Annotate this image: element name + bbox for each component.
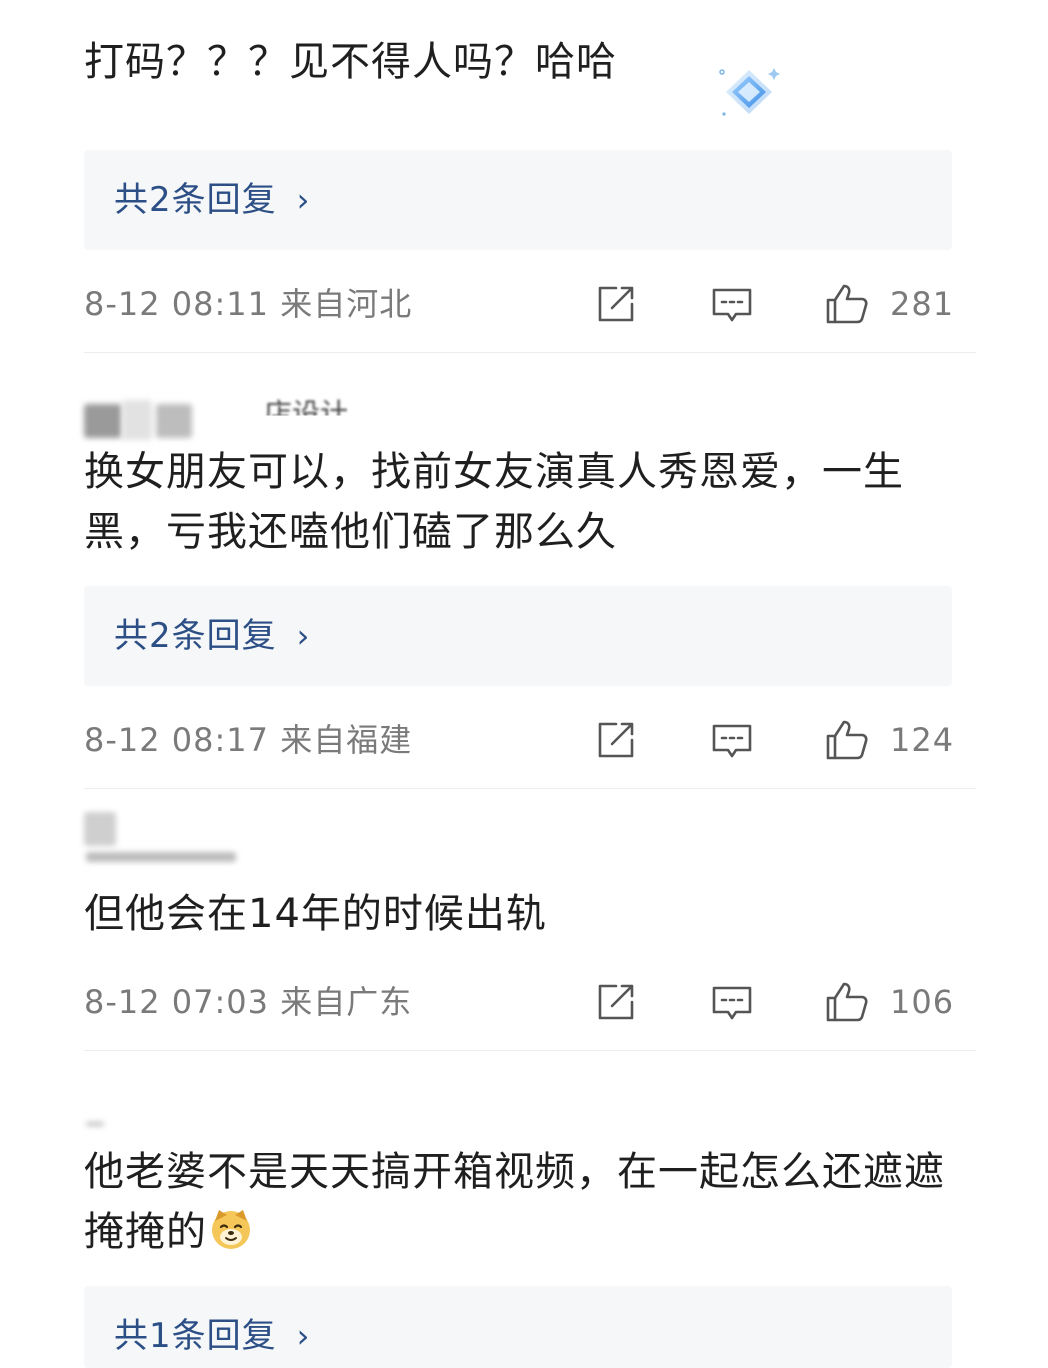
share-icon[interactable] xyxy=(594,282,638,326)
divider xyxy=(84,1050,976,1051)
replies-box[interactable]: 共1条回复 › xyxy=(84,1286,952,1368)
comment-meta-text: 8-12 08:11 来自河北 xyxy=(84,284,412,324)
comment-item: 换女朋友可以，找前女友演真人秀恩爱，一生黑，亏我还嗑他们磕了那么久 xyxy=(84,442,976,562)
username-blur xyxy=(156,404,192,438)
divider xyxy=(84,788,976,789)
comment-item: 但他会在14年的时候出轨 xyxy=(84,884,976,944)
divider xyxy=(84,352,976,353)
thumbs-up-icon[interactable] xyxy=(824,718,870,762)
comment-icon[interactable] xyxy=(710,282,754,326)
comment-text: 但他会在14年的时候出轨 xyxy=(84,891,547,937)
replies-label: 共2条回复 xyxy=(114,180,277,220)
comment-meta-text: 8-12 08:17 来自福建 xyxy=(84,720,412,760)
dog-emoji-icon xyxy=(212,1210,250,1249)
comment-text: 打码？？？见不得人吗？哈哈 xyxy=(84,39,617,85)
timestamp: 8-12 07:03 xyxy=(84,983,270,1021)
comment-meta-text: 8-12 07:03 来自广东 xyxy=(84,982,412,1022)
location: 来自福建 xyxy=(280,721,413,759)
comment-icon[interactable] xyxy=(710,980,754,1024)
chevron-right-icon: › xyxy=(296,617,311,655)
comment-item: 打码？？？见不得人吗？哈哈 xyxy=(84,32,976,92)
thumbs-up-icon[interactable] xyxy=(824,980,870,1024)
like-count: 106 xyxy=(890,983,955,1021)
comment-meta: 8-12 08:17 来自福建 124 xyxy=(84,714,976,764)
chevron-right-icon: › xyxy=(296,1317,311,1355)
replies-label: 共1条回复 xyxy=(114,1316,277,1356)
avatar[interactable] xyxy=(84,404,122,438)
share-icon[interactable] xyxy=(594,718,638,762)
thumbs-up-icon[interactable] xyxy=(824,282,870,326)
username-row[interactable] xyxy=(84,812,244,862)
avatar-blur xyxy=(122,400,152,440)
view-replies-link[interactable]: 共1条回复 › xyxy=(114,1314,310,1358)
view-replies-link[interactable]: 共2条回复 › xyxy=(114,614,310,658)
comment-text-wrapper: 他老婆不是天天搞开箱视频，在一起怎么还遮遮掩掩的 xyxy=(84,1142,976,1262)
comment-text: 换女朋友可以，找前女友演真人秀恩爱，一生黑，亏我还嗑他们磕了那么久 xyxy=(84,449,904,555)
timestamp: 8-12 08:17 xyxy=(84,721,270,759)
username-blur xyxy=(86,852,236,862)
like-count: 124 xyxy=(890,721,955,759)
replies-box[interactable]: 共2条回复 › xyxy=(84,150,952,250)
like-count: 281 xyxy=(890,285,955,323)
username-partial: 店设计 xyxy=(264,397,349,430)
comment-icon[interactable] xyxy=(710,718,754,762)
view-replies-link[interactable]: 共2条回复 › xyxy=(114,178,310,222)
comment-item: 他老婆不是天天搞开箱视频，在一起怎么还遮遮掩掩的 xyxy=(84,1142,976,1262)
location: 来自河北 xyxy=(280,285,413,323)
replies-label: 共2条回复 xyxy=(114,616,277,656)
username-blur xyxy=(86,1122,104,1126)
diamond-badge-icon xyxy=(719,68,780,116)
chevron-right-icon: › xyxy=(296,181,311,219)
comment-meta: 8-12 08:11 来自河北 281 xyxy=(84,278,976,328)
share-icon[interactable] xyxy=(594,980,638,1024)
replies-box[interactable]: 共2条回复 › xyxy=(84,586,952,686)
location: 来自广东 xyxy=(280,983,413,1021)
username-row[interactable]: 店设计 xyxy=(84,396,404,446)
timestamp: 8-12 08:11 xyxy=(84,285,270,323)
avatar[interactable] xyxy=(84,812,116,846)
comment-meta: 8-12 07:03 来自广东 106 xyxy=(84,976,976,1026)
